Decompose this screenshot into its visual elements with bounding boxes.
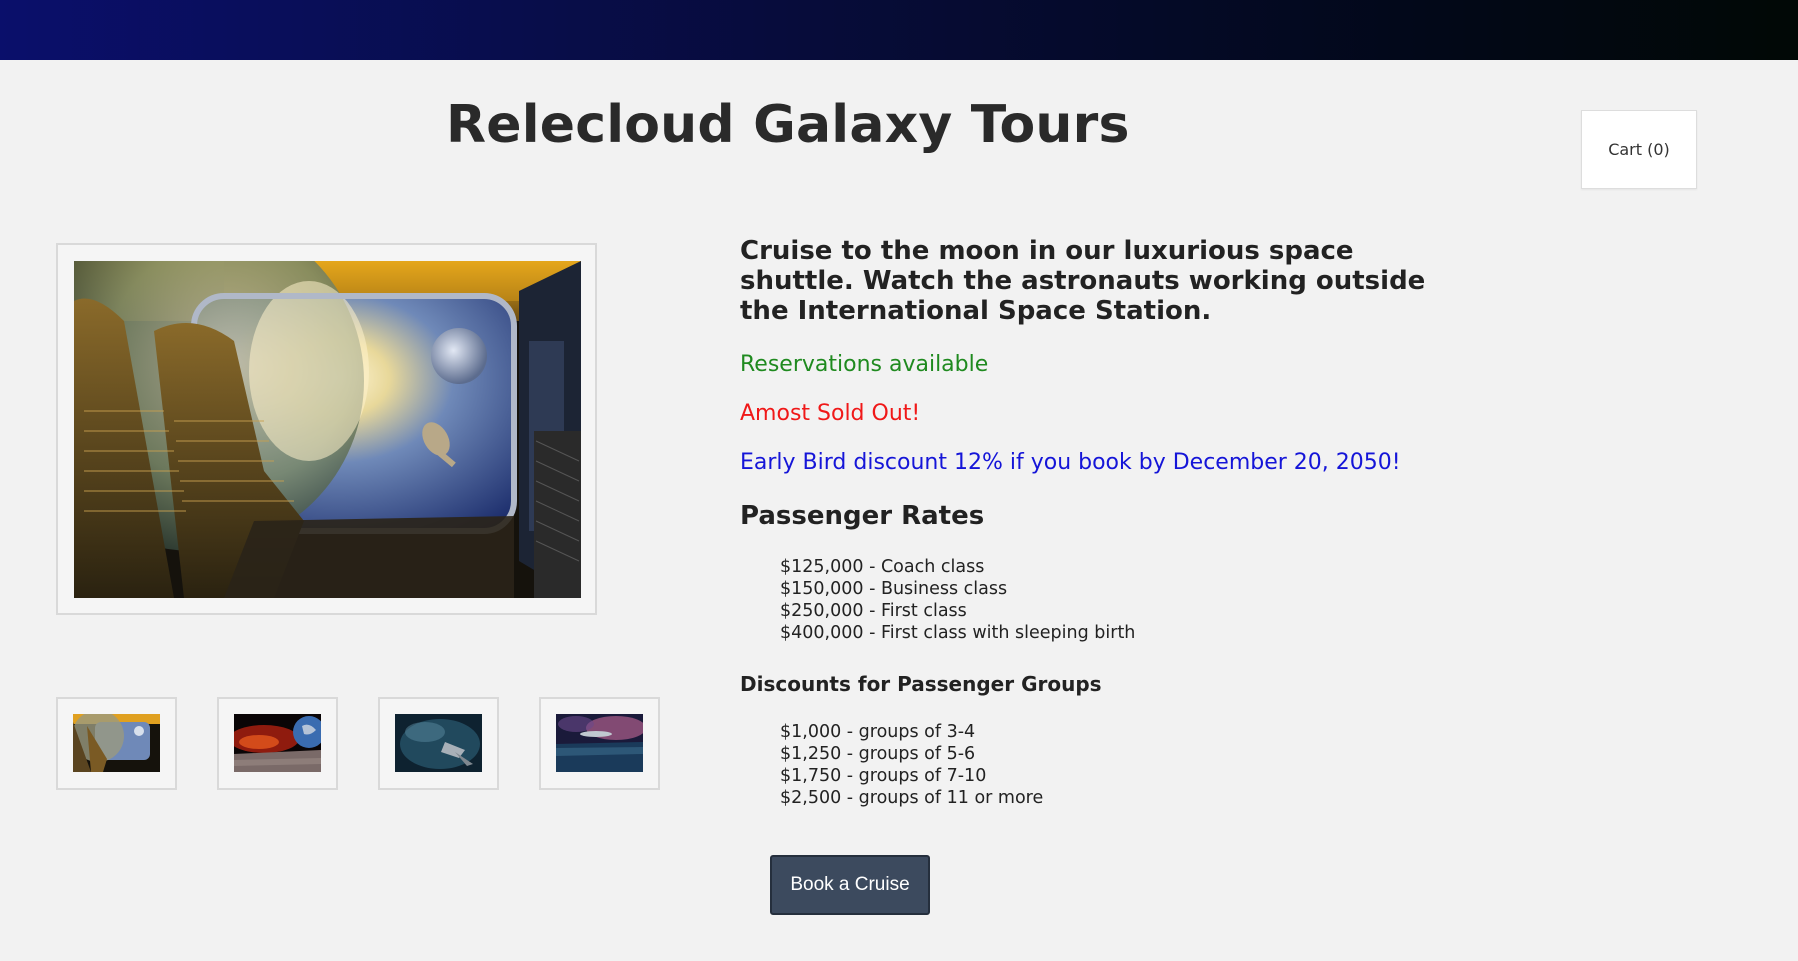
availability-status: Reservations available bbox=[740, 352, 989, 377]
rate-item: $400,000 - First class with sleeping bir… bbox=[780, 623, 1136, 643]
thumbnail-nebula-ship[interactable] bbox=[378, 697, 499, 790]
sold-out-notice: Amost Sold Out! bbox=[740, 401, 921, 426]
discount-item: $2,500 - groups of 11 or more bbox=[780, 788, 1044, 808]
passenger-rates-heading: Passenger Rates bbox=[740, 501, 985, 531]
discount-item: $1,000 - groups of 3-4 bbox=[780, 722, 976, 742]
header-bar bbox=[0, 0, 1798, 60]
passenger-rates-list: $125,000 - Coach class $150,000 - Busine… bbox=[780, 556, 1135, 644]
site-title: Relecloud Galaxy Tours bbox=[446, 95, 1130, 155]
alien-landscape-thumbnail bbox=[556, 714, 643, 772]
rate-item: $150,000 - Business class bbox=[780, 579, 1008, 599]
thumbnail-alien-landscape[interactable] bbox=[539, 697, 660, 790]
discount-item: $1,750 - groups of 7-10 bbox=[780, 766, 987, 786]
nebula-ship-thumbnail bbox=[395, 714, 482, 772]
shuttle-cabin-thumbnail bbox=[73, 714, 160, 772]
planet-surface-thumbnail bbox=[234, 714, 321, 772]
group-discounts-heading: Discounts for Passenger Groups bbox=[740, 672, 1102, 696]
rate-item: $250,000 - First class bbox=[780, 601, 967, 621]
early-bird-promo: Early Bird discount 12% if you book by D… bbox=[740, 450, 1401, 475]
book-cruise-button[interactable]: Book a Cruise bbox=[770, 855, 930, 915]
discount-item: $1,250 - groups of 5-6 bbox=[780, 744, 976, 764]
rate-item: $125,000 - Coach class bbox=[780, 557, 985, 577]
main-image-frame bbox=[56, 243, 597, 615]
tour-description: Cruise to the moon in our luxurious spac… bbox=[740, 236, 1426, 326]
thumbnail-planet-surface[interactable] bbox=[217, 697, 338, 790]
thumbnail-shuttle-cabin[interactable] bbox=[56, 697, 177, 790]
shuttle-cabin-image bbox=[74, 261, 581, 598]
cart-button[interactable]: Cart (0) bbox=[1581, 110, 1697, 189]
group-discounts-list: $1,000 - groups of 3-4 $1,250 - groups o… bbox=[780, 721, 1043, 809]
